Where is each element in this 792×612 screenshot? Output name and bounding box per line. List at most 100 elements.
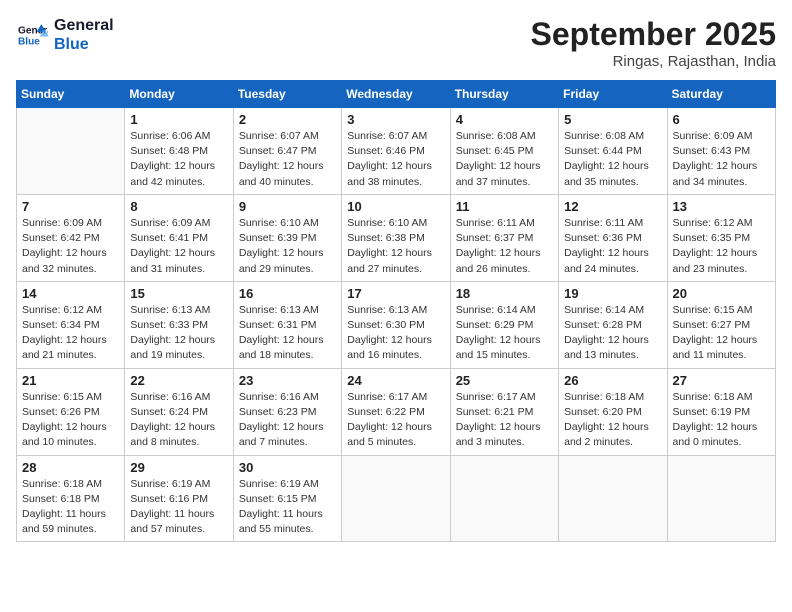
day-info: Sunrise: 6:09 AM Sunset: 6:43 PM Dayligh… — [673, 129, 770, 190]
calendar-cell: 9 Sunrise: 6:10 AM Sunset: 6:39 PM Daylig… — [233, 194, 341, 281]
day-number: 4 — [456, 112, 553, 127]
day-number: 6 — [673, 112, 770, 127]
calendar-header-tuesday: Tuesday — [233, 81, 341, 108]
calendar-cell — [17, 108, 125, 195]
calendar-cell: 27Sunrise: 6:18 AM Sunset: 6:19 PM Dayli… — [667, 368, 775, 455]
calendar-cell: 14 Sunrise: 6:12 AM Sunset: 6:34 PM Dayli… — [17, 281, 125, 368]
day-number: 9 — [239, 199, 336, 214]
day-info: Sunrise: 6:07 AM Sunset: 6:46 PM Dayligh… — [347, 129, 444, 190]
day-number: 8 — [130, 199, 227, 214]
calendar-week-3: 14 Sunrise: 6:12 AM Sunset: 6:34 PM Dayli… — [17, 281, 776, 368]
day-number: 3 — [347, 112, 444, 127]
title-block: September 2025 Ringas, Rajasthan, India — [531, 16, 776, 70]
calendar-cell: 4 Sunrise: 6:08 AM Sunset: 6:45 PM Daylig… — [450, 108, 558, 195]
day-info: Sunrise: 6:10 AM Sunset: 6:38 PM Dayligh… — [347, 216, 444, 277]
logo: General Blue General Blue — [16, 16, 114, 54]
day-info: Sunrise: 6:09 AM Sunset: 6:42 PM Dayligh… — [22, 216, 119, 277]
calendar-cell: 13Sunrise: 6:12 AM Sunset: 6:35 PM Dayli… — [667, 194, 775, 281]
day-info: Sunrise: 6:14 AM Sunset: 6:29 PM Dayligh… — [456, 303, 553, 364]
calendar-cell: 11 Sunrise: 6:11 AM Sunset: 6:37 PM Dayli… — [450, 194, 558, 281]
calendar-header-row: SundayMondayTuesdayWednesdayThursdayFrid… — [17, 81, 776, 108]
day-number: 15 — [130, 286, 227, 301]
day-number: 25 — [456, 373, 553, 388]
calendar-cell: 22 Sunrise: 6:16 AM Sunset: 6:24 PM Dayli… — [125, 368, 233, 455]
calendar-cell: 10 Sunrise: 6:10 AM Sunset: 6:38 PM Dayli… — [342, 194, 450, 281]
day-info: Sunrise: 6:17 AM Sunset: 6:22 PM Dayligh… — [347, 390, 444, 451]
calendar-cell: 2 Sunrise: 6:07 AM Sunset: 6:47 PM Daylig… — [233, 108, 341, 195]
day-info: Sunrise: 6:10 AM Sunset: 6:39 PM Dayligh… — [239, 216, 336, 277]
day-number: 29 — [130, 460, 227, 475]
day-info: Sunrise: 6:15 AM Sunset: 6:26 PM Dayligh… — [22, 390, 119, 451]
calendar-cell: 8 Sunrise: 6:09 AM Sunset: 6:41 PM Daylig… — [125, 194, 233, 281]
day-info: Sunrise: 6:11 AM Sunset: 6:36 PM Dayligh… — [564, 216, 661, 277]
calendar-cell: 29Sunrise: 6:19 AM Sunset: 6:16 PM Dayli… — [125, 455, 233, 542]
calendar-cell: 28 Sunrise: 6:18 AM Sunset: 6:18 PM Dayli… — [17, 455, 125, 542]
calendar-cell — [342, 455, 450, 542]
day-info: Sunrise: 6:13 AM Sunset: 6:33 PM Dayligh… — [130, 303, 227, 364]
day-info: Sunrise: 6:06 AM Sunset: 6:48 PM Dayligh… — [130, 129, 227, 190]
logo-line2: Blue — [54, 35, 114, 54]
day-info: Sunrise: 6:18 AM Sunset: 6:18 PM Dayligh… — [22, 477, 119, 538]
calendar-cell: 21 Sunrise: 6:15 AM Sunset: 6:26 PM Dayli… — [17, 368, 125, 455]
calendar-cell: 1 Sunrise: 6:06 AM Sunset: 6:48 PM Daylig… — [125, 108, 233, 195]
day-number: 28 — [22, 460, 119, 475]
day-number: 11 — [456, 199, 553, 214]
calendar-cell: 17Sunrise: 6:13 AM Sunset: 6:30 PM Dayli… — [342, 281, 450, 368]
calendar-cell: 20Sunrise: 6:15 AM Sunset: 6:27 PM Dayli… — [667, 281, 775, 368]
day-info: Sunrise: 6:07 AM Sunset: 6:47 PM Dayligh… — [239, 129, 336, 190]
calendar-header-friday: Friday — [559, 81, 667, 108]
day-info: Sunrise: 6:13 AM Sunset: 6:31 PM Dayligh… — [239, 303, 336, 364]
day-info: Sunrise: 6:13 AM Sunset: 6:30 PM Dayligh… — [347, 303, 444, 364]
month-title: September 2025 — [531, 16, 776, 53]
calendar-cell — [450, 455, 558, 542]
day-number: 14 — [22, 286, 119, 301]
day-number: 13 — [673, 199, 770, 214]
calendar-cell: 30 Sunrise: 6:19 AM Sunset: 6:15 PM Dayli… — [233, 455, 341, 542]
day-number: 7 — [22, 199, 119, 214]
day-info: Sunrise: 6:16 AM Sunset: 6:23 PM Dayligh… — [239, 390, 336, 451]
day-number: 12 — [564, 199, 661, 214]
day-number: 22 — [130, 373, 227, 388]
day-info: Sunrise: 6:18 AM Sunset: 6:20 PM Dayligh… — [564, 390, 661, 451]
day-info: Sunrise: 6:08 AM Sunset: 6:45 PM Dayligh… — [456, 129, 553, 190]
calendar-week-2: 7 Sunrise: 6:09 AM Sunset: 6:42 PM Daylig… — [17, 194, 776, 281]
calendar-cell: 12 Sunrise: 6:11 AM Sunset: 6:36 PM Dayli… — [559, 194, 667, 281]
calendar-table: SundayMondayTuesdayWednesdayThursdayFrid… — [16, 80, 776, 542]
calendar-cell: 25Sunrise: 6:17 AM Sunset: 6:21 PM Dayli… — [450, 368, 558, 455]
day-info: Sunrise: 6:19 AM Sunset: 6:15 PM Dayligh… — [239, 477, 336, 538]
calendar-week-4: 21 Sunrise: 6:15 AM Sunset: 6:26 PM Dayli… — [17, 368, 776, 455]
day-number: 1 — [130, 112, 227, 127]
calendar-cell: 23 Sunrise: 6:16 AM Sunset: 6:23 PM Dayli… — [233, 368, 341, 455]
calendar-cell: 19Sunrise: 6:14 AM Sunset: 6:28 PM Dayli… — [559, 281, 667, 368]
day-number: 21 — [22, 373, 119, 388]
day-number: 10 — [347, 199, 444, 214]
calendar-header-sunday: Sunday — [17, 81, 125, 108]
day-number: 26 — [564, 373, 661, 388]
day-info: Sunrise: 6:11 AM Sunset: 6:37 PM Dayligh… — [456, 216, 553, 277]
calendar-header-monday: Monday — [125, 81, 233, 108]
location-subtitle: Ringas, Rajasthan, India — [531, 53, 776, 70]
day-number: 5 — [564, 112, 661, 127]
calendar-week-5: 28 Sunrise: 6:18 AM Sunset: 6:18 PM Dayli… — [17, 455, 776, 542]
calendar-cell: 6 Sunrise: 6:09 AM Sunset: 6:43 PM Daylig… — [667, 108, 775, 195]
calendar-cell — [559, 455, 667, 542]
calendar-cell: 7 Sunrise: 6:09 AM Sunset: 6:42 PM Daylig… — [17, 194, 125, 281]
calendar-cell: 5 Sunrise: 6:08 AM Sunset: 6:44 PM Daylig… — [559, 108, 667, 195]
calendar-cell: 24Sunrise: 6:17 AM Sunset: 6:22 PM Dayli… — [342, 368, 450, 455]
day-number: 2 — [239, 112, 336, 127]
calendar-cell: 26 Sunrise: 6:18 AM Sunset: 6:20 PM Dayli… — [559, 368, 667, 455]
calendar-cell: 15 Sunrise: 6:13 AM Sunset: 6:33 PM Dayli… — [125, 281, 233, 368]
day-number: 23 — [239, 373, 336, 388]
day-info: Sunrise: 6:08 AM Sunset: 6:44 PM Dayligh… — [564, 129, 661, 190]
calendar-cell — [667, 455, 775, 542]
day-info: Sunrise: 6:16 AM Sunset: 6:24 PM Dayligh… — [130, 390, 227, 451]
day-info: Sunrise: 6:18 AM Sunset: 6:19 PM Dayligh… — [673, 390, 770, 451]
day-info: Sunrise: 6:09 AM Sunset: 6:41 PM Dayligh… — [130, 216, 227, 277]
day-number: 30 — [239, 460, 336, 475]
logo-icon: General Blue — [16, 21, 48, 49]
day-number: 18 — [456, 286, 553, 301]
calendar-cell: 18 Sunrise: 6:14 AM Sunset: 6:29 PM Dayli… — [450, 281, 558, 368]
calendar-header-saturday: Saturday — [667, 81, 775, 108]
day-info: Sunrise: 6:12 AM Sunset: 6:34 PM Dayligh… — [22, 303, 119, 364]
calendar-cell: 16Sunrise: 6:13 AM Sunset: 6:31 PM Dayli… — [233, 281, 341, 368]
